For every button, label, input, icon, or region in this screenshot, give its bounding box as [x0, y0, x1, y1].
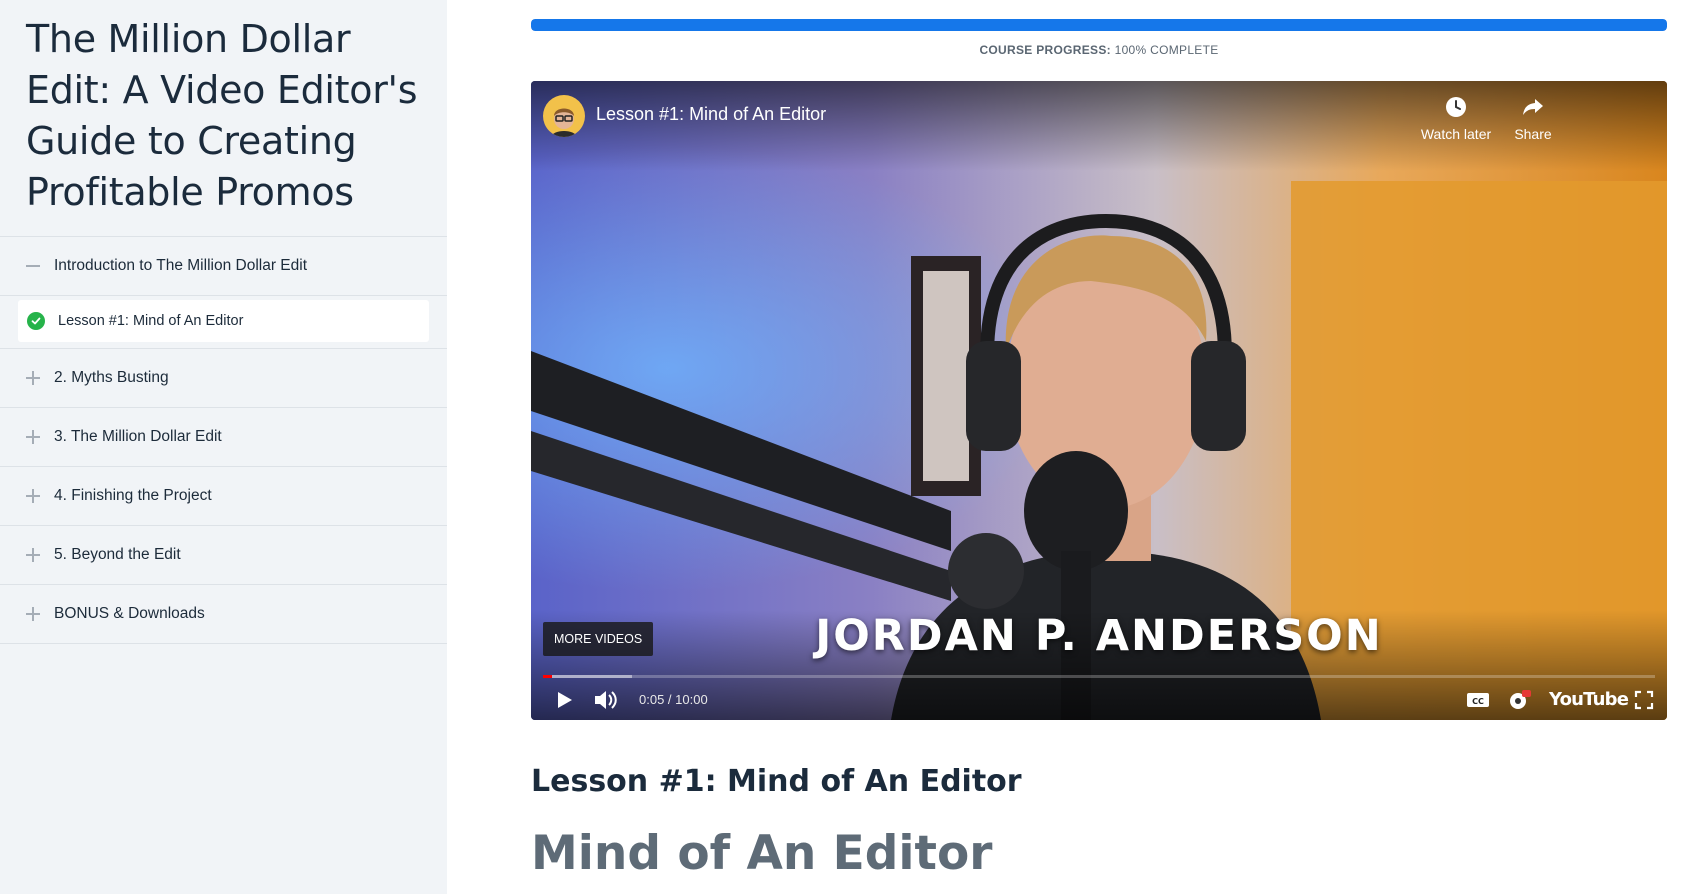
outline-section-introduction: Introduction to The Million Dollar Edit … — [0, 237, 447, 349]
course-progress-bar — [531, 19, 1667, 31]
plus-icon — [26, 607, 40, 621]
video-played-fill — [543, 675, 552, 678]
lesson-main: COURSE PROGRESS: 100% COMPLETE Lesson #1… — [447, 0, 1699, 894]
play-button[interactable] — [553, 685, 575, 715]
channel-avatar[interactable] — [543, 95, 585, 137]
video-player[interactable]: Lesson #1: Mind of An Editor Watch later… — [531, 81, 1667, 720]
course-sidebar: The Million Dollar Edit: A Video Editor'… — [0, 0, 447, 894]
course-progress-value: 100% COMPLETE — [1114, 43, 1219, 57]
section-toggle-bonus-downloads[interactable]: BONUS & Downloads — [0, 585, 447, 643]
settings-button[interactable] — [1506, 685, 1532, 715]
section-label: 5. Beyond the Edit — [54, 546, 181, 563]
video-buffer-fill — [543, 675, 632, 678]
clock-icon — [1446, 97, 1466, 117]
lesson-item-mind-of-an-editor[interactable]: Lesson #1: Mind of An Editor — [18, 300, 429, 342]
captions-button[interactable]: CC — [1466, 685, 1490, 715]
section-label: Introduction to The Million Dollar Edit — [54, 257, 308, 274]
course-progress-text: COURSE PROGRESS: 100% COMPLETE — [531, 43, 1667, 57]
plus-icon — [26, 489, 40, 503]
video-lower-third: JORDAN P. ANDERSON — [815, 611, 1383, 661]
minus-icon — [26, 259, 40, 273]
course-title: The Million Dollar Edit: A Video Editor'… — [26, 17, 418, 214]
section-label: 3. The Million Dollar Edit — [54, 428, 222, 445]
course-progress-label: COURSE PROGRESS: — [979, 43, 1111, 57]
outline-section-finishing-the-project: 4. Finishing the Project — [0, 467, 447, 526]
content-heading: Mind of An Editor — [531, 826, 993, 881]
lesson-label: Lesson #1: Mind of An Editor — [58, 313, 244, 329]
outline-section-beyond-the-edit: 5. Beyond the Edit — [0, 526, 447, 585]
youtube-logo-button[interactable]: YouTube — [1549, 689, 1629, 710]
section-label: 4. Finishing the Project — [54, 487, 212, 504]
outline-section-million-dollar-edit: 3. The Million Dollar Edit — [0, 408, 447, 467]
section-toggle-myths-busting[interactable]: 2. Myths Busting — [0, 349, 447, 407]
video-time: 0:05 / 10:00 — [639, 692, 708, 707]
share-label: Share — [1514, 126, 1552, 142]
section-toggle-finishing-the-project[interactable]: 4. Finishing the Project — [0, 467, 447, 525]
outline-section-myths-busting: 2. Myths Busting — [0, 349, 447, 408]
section-label: BONUS & Downloads — [54, 605, 205, 622]
video-title[interactable]: Lesson #1: Mind of An Editor — [596, 104, 826, 125]
video-progress-bar[interactable] — [543, 675, 1655, 678]
mute-button[interactable] — [593, 685, 619, 715]
share-arrow-icon — [1523, 99, 1543, 115]
watch-later-button[interactable]: Watch later — [1416, 95, 1496, 142]
fullscreen-button[interactable] — [1633, 685, 1655, 715]
svg-text:CC: CC — [1472, 697, 1484, 706]
watch-later-label: Watch later — [1420, 126, 1492, 142]
plus-icon — [26, 548, 40, 562]
section-label: 2. Myths Busting — [54, 369, 169, 386]
course-progress-fill — [531, 19, 1667, 31]
outline-section-bonus-downloads: BONUS & Downloads — [0, 585, 447, 644]
lesson-heading: Lesson #1: Mind of An Editor — [531, 764, 1022, 799]
share-button[interactable]: Share — [1493, 95, 1573, 142]
app: The Million Dollar Edit: A Video Editor'… — [0, 0, 1699, 894]
plus-icon — [26, 371, 40, 385]
course-outline: Introduction to The Million Dollar Edit … — [0, 236, 447, 644]
section-toggle-beyond-the-edit[interactable]: 5. Beyond the Edit — [0, 526, 447, 584]
plus-icon — [26, 430, 40, 444]
check-circle-icon — [27, 312, 45, 330]
play-icon — [558, 692, 572, 708]
lesson-list: Lesson #1: Mind of An Editor — [0, 295, 447, 348]
section-toggle-introduction[interactable]: Introduction to The Million Dollar Edit — [0, 237, 447, 295]
gear-icon — [1510, 690, 1531, 709]
volume-icon — [595, 691, 617, 709]
fullscreen-icon — [1634, 690, 1654, 710]
section-toggle-million-dollar-edit[interactable]: 3. The Million Dollar Edit — [0, 408, 447, 466]
captions-icon: CC — [1467, 693, 1489, 707]
